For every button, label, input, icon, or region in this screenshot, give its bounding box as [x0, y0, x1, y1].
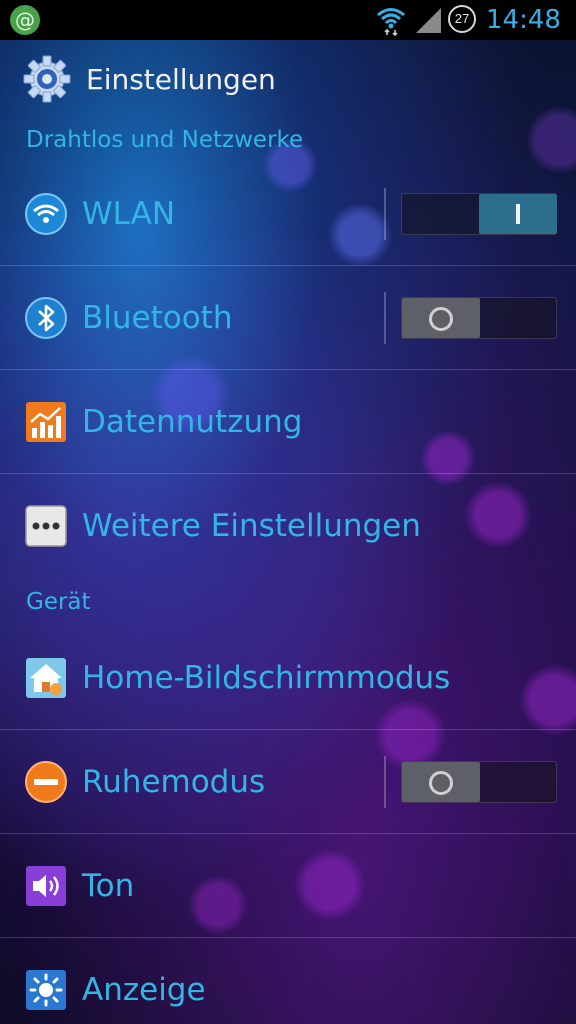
- settings-row-blocking-mode[interactable]: Ruhemodus: [0, 730, 576, 834]
- bluetooth-icon: [25, 297, 67, 339]
- settings-row-display[interactable]: Anzeige: [0, 938, 576, 1024]
- row-label: Bluetooth: [82, 300, 233, 336]
- blocking-mode-icon: [25, 761, 67, 803]
- wlan-toggle[interactable]: [401, 193, 557, 235]
- settings-row-data-usage[interactable]: Datennutzung: [0, 370, 576, 474]
- row-label: Ruhemodus: [82, 764, 266, 800]
- status-bar: @ 27 14:48: [0, 0, 576, 40]
- signal-icon: [416, 8, 441, 33]
- sound-icon: [26, 866, 66, 906]
- row-label: Weitere Einstellungen: [82, 508, 421, 544]
- divider: [384, 292, 386, 344]
- blocking-mode-toggle[interactable]: [401, 761, 557, 803]
- toggle-thumb: [479, 194, 557, 234]
- more-icon: [25, 505, 67, 547]
- email-icon: @: [10, 5, 40, 35]
- data-usage-icon: [26, 402, 66, 442]
- toggle-thumb: [402, 762, 480, 802]
- section-header-wireless: Drahtlos und Netzwerke: [26, 127, 304, 153]
- settings-row-wlan[interactable]: WLAN: [0, 162, 576, 266]
- row-label: Home-Bildschirmmodus: [82, 660, 451, 696]
- section-header-device: Gerät: [26, 589, 91, 615]
- row-label: Ton: [82, 868, 135, 904]
- toggle-thumb: [402, 298, 480, 338]
- divider: [384, 188, 386, 240]
- action-bar: Einstellungen: [0, 40, 576, 118]
- settings-row-bluetooth[interactable]: Bluetooth: [0, 266, 576, 370]
- row-label: WLAN: [82, 196, 176, 232]
- row-label: Datennutzung: [82, 404, 303, 440]
- battery-icon: 27: [448, 5, 476, 33]
- settings-row-sound[interactable]: Ton: [0, 834, 576, 938]
- settings-row-home-screen-mode[interactable]: Home-Bildschirmmodus: [0, 626, 576, 730]
- bluetooth-toggle[interactable]: [401, 297, 557, 339]
- divider: [384, 756, 386, 808]
- status-time: 14:48: [486, 5, 561, 35]
- page-title: Einstellungen: [86, 63, 276, 96]
- settings-gear-icon[interactable]: [22, 54, 72, 104]
- wifi-icon: [25, 193, 67, 235]
- home-screen-icon: [26, 658, 66, 698]
- settings-row-more[interactable]: Weitere Einstellungen: [0, 474, 576, 578]
- wifi-icon: [377, 8, 405, 36]
- display-icon: [26, 970, 66, 1010]
- row-label: Anzeige: [82, 972, 206, 1008]
